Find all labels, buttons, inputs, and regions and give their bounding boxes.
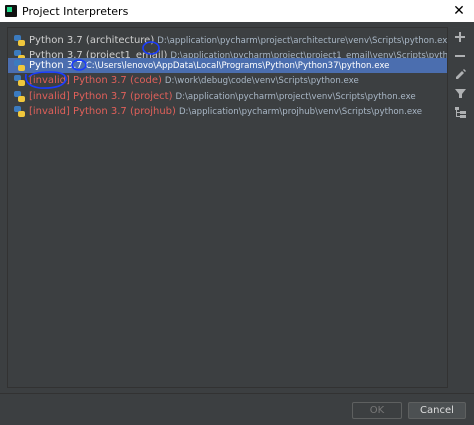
plus-icon: [455, 31, 465, 42]
tree-icon: [454, 107, 466, 118]
interpreter-name: Python 3.7: [29, 60, 83, 71]
interpreter-path: C:\Users\lenovo\AppData\Local\Programs\P…: [85, 60, 390, 71]
minus-icon: [455, 54, 465, 57]
python-icon: [14, 35, 25, 46]
interpreter-path: D:\application\pycharm\projhub\venv\Scri…: [178, 106, 423, 117]
interpreter-name: Python 3.7 (architecture): [29, 35, 155, 46]
ok-button[interactable]: OK: [352, 402, 402, 419]
show-paths-button[interactable]: [452, 103, 468, 122]
interpreter-list[interactable]: Python 3.7 (architecture) D:\application…: [7, 27, 448, 388]
cancel-button[interactable]: Cancel: [408, 402, 466, 419]
interpreter-path: D:\application\pycharm\project\architect…: [157, 35, 447, 46]
footer-separator: [0, 393, 474, 394]
window-title: Project Interpreters: [22, 4, 129, 18]
python-icon: [14, 75, 25, 86]
interpreter-row-code-invalid[interactable]: [invalid] Python 3.7 (code) D:\work\debu…: [8, 73, 447, 88]
interpreter-path: D:\work\debug\code\venv\Scripts\python.e…: [164, 75, 359, 86]
title-bar: Project Interpreters ✕: [0, 0, 474, 22]
python-icon: [14, 91, 25, 102]
close-button[interactable]: ✕: [444, 0, 474, 22]
filter-button[interactable]: [452, 84, 468, 103]
edit-interpreter-button[interactable]: [452, 65, 468, 84]
python-icon: [14, 106, 25, 117]
interpreter-row-architecture[interactable]: Python 3.7 (architecture) D:\application…: [8, 33, 447, 48]
interpreter-path: D:\application\pycharm\project\venv\Scri…: [175, 91, 416, 102]
pycharm-logo-icon: [5, 5, 17, 17]
interpreter-name: [invalid] Python 3.7 (project): [29, 91, 173, 102]
add-interpreter-button[interactable]: [452, 27, 468, 46]
interpreter-row-project-invalid[interactable]: [invalid] Python 3.7 (project) D:\applic…: [8, 89, 447, 104]
side-toolbar: [452, 27, 468, 122]
python-icon: [14, 60, 25, 71]
interpreter-row-python37-selected[interactable]: Python 3.7 C:\Users\lenovo\AppData\Local…: [8, 58, 447, 73]
remove-interpreter-button[interactable]: [452, 46, 468, 65]
interpreter-name: [invalid] Python 3.7 (code): [29, 75, 162, 86]
filter-icon: [454, 89, 466, 98]
edit-icon: [455, 69, 466, 79]
interpreter-name: [invalid] Python 3.7 (projhub): [29, 106, 176, 117]
project-interpreters-dialog: Project Interpreters ✕ Python 3.7 (archi…: [0, 0, 474, 425]
interpreter-row-projhub-invalid[interactable]: [invalid] Python 3.7 (projhub) D:\applic…: [8, 104, 447, 119]
